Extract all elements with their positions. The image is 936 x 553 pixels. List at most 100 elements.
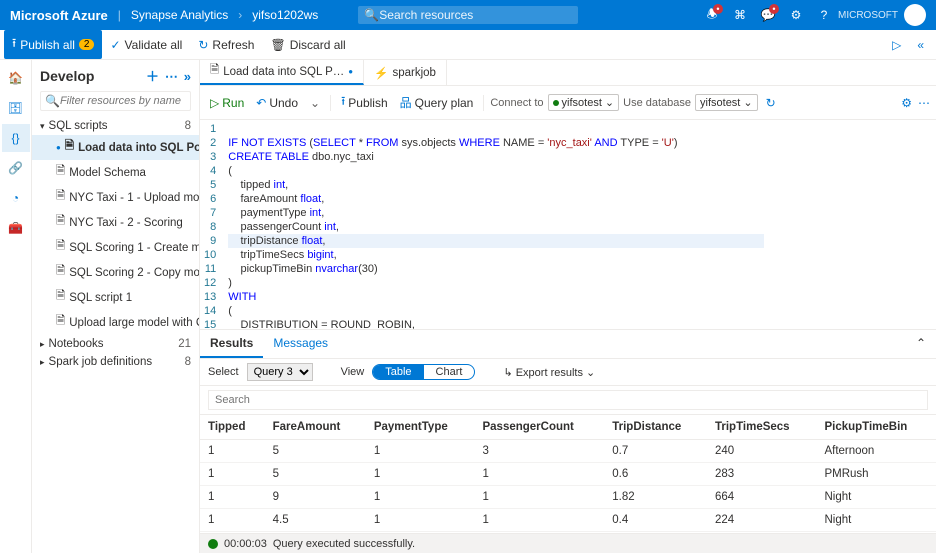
use-database-select[interactable]: yifsotest⌄: [695, 94, 758, 111]
group-notebooks[interactable]: ▸ Notebooks 21: [32, 335, 199, 353]
table-row[interactable]: 15110.6283PMRush: [200, 463, 936, 486]
validate-all-button[interactable]: ✓Validate all: [102, 34, 190, 56]
cell: 664: [707, 486, 816, 509]
table-row[interactable]: 19111.82664Night: [200, 486, 936, 509]
col-header[interactable]: Tipped: [200, 415, 265, 440]
view-segment[interactable]: Table Chart: [372, 364, 475, 380]
refresh-button[interactable]: ↻Refresh: [190, 34, 262, 56]
filter-wrap[interactable]: 🔍: [40, 91, 191, 111]
collapse-right-icon[interactable]: «: [909, 34, 932, 56]
cell: 283: [707, 463, 816, 486]
panel-expand-icon[interactable]: »: [184, 69, 191, 84]
results-search-input[interactable]: [208, 390, 928, 410]
feedback-icon[interactable]: 💬•: [754, 1, 782, 29]
table-row[interactable]: 15130.7240Afternoon: [200, 440, 936, 463]
col-header[interactable]: TripDistance: [604, 415, 707, 440]
cloud-shell-icon[interactable]: ⌘: [726, 1, 754, 29]
editor-tab-2[interactable]: ⚡sparkjob: [364, 60, 447, 85]
col-header[interactable]: PickupTimeBin: [816, 415, 936, 440]
cell: 0.6: [604, 463, 707, 486]
brand[interactable]: Microsoft Azure: [10, 8, 108, 23]
account-label[interactable]: MICROSOFT: [838, 10, 898, 21]
sql-item-script1[interactable]: 🗎SQL script 1: [32, 285, 199, 310]
check-icon: ✓: [110, 38, 120, 52]
undo-icon: ↶: [256, 96, 266, 110]
panel-more-icon[interactable]: ⋯: [165, 69, 178, 84]
run-button[interactable]: ▷Run: [206, 94, 248, 112]
breadcrumb-service[interactable]: Synapse Analytics: [131, 8, 228, 22]
notifications-icon[interactable]: 🕭•: [698, 1, 726, 29]
view-label: View: [341, 366, 365, 378]
global-search-input[interactable]: [379, 8, 572, 22]
rail-develop-icon[interactable]: {}: [2, 124, 30, 152]
sql-item-scoring1[interactable]: 🗎SQL Scoring 1 - Create model table: [32, 235, 199, 260]
publish-button[interactable]: ⭱Publish: [337, 90, 392, 115]
table-row[interactable]: 14.5110.4224Night: [200, 509, 936, 532]
sql-icon: 🗎: [56, 163, 65, 182]
view-chart[interactable]: Chart: [424, 365, 475, 379]
filter-input[interactable]: [60, 95, 186, 107]
upload-icon: ⭱: [12, 34, 16, 55]
connect-to-select[interactable]: yifsotest⌄: [548, 94, 620, 111]
sql-item-model-schema[interactable]: 🗎Model Schema: [32, 160, 199, 185]
cell: PMRush: [816, 463, 936, 486]
cell: 0.4: [604, 509, 707, 532]
settings-icon[interactable]: ⚙: [782, 1, 810, 29]
status-message: Query executed successfully.: [273, 538, 415, 550]
breadcrumb-workspace[interactable]: yifso1202ws: [252, 8, 318, 22]
col-header[interactable]: FareAmount: [265, 415, 366, 440]
rail-data-icon[interactable]: 🗄: [2, 94, 30, 122]
rail-monitor-icon[interactable]: ◔: [2, 184, 30, 212]
group-sparkjobs[interactable]: ▸ Spark job definitions 8: [32, 353, 199, 371]
modified-dot-icon: ●: [348, 67, 353, 76]
sql-item-scoring2[interactable]: 🗎SQL Scoring 2 - Copy model into mo…: [32, 260, 199, 285]
sql-item-nyc1[interactable]: 🗎NYC Taxi - 1 - Upload model: [32, 185, 199, 210]
tab-messages[interactable]: Messages: [263, 330, 338, 358]
group-sql-scripts[interactable]: ▾ SQL scripts 8: [32, 117, 199, 135]
sql-editor[interactable]: IF NOT EXISTS (SELECT * FROM sys.objects…: [224, 120, 767, 329]
view-table[interactable]: Table: [373, 365, 423, 379]
breadcrumb-sep: |: [118, 8, 121, 22]
cell: 1: [366, 440, 475, 463]
editor-tab-1[interactable]: 🗎Load data into SQL P…●: [200, 60, 364, 85]
publish-all-button[interactable]: ⭱ Publish all 2: [4, 30, 102, 59]
play-icon: ▷: [210, 96, 219, 110]
sql-item-nyc2[interactable]: 🗎NYC Taxi - 2 - Scoring: [32, 210, 199, 235]
tab-results[interactable]: Results: [200, 330, 263, 358]
run-all-icon[interactable]: ▷: [884, 34, 909, 56]
global-search[interactable]: 🔍: [358, 6, 578, 24]
sql-icon: 🗎: [65, 138, 74, 157]
col-header[interactable]: TripTimeSecs: [707, 415, 816, 440]
cell: 4.5: [265, 509, 366, 532]
discard-all-button[interactable]: 🗑Discard all: [262, 34, 353, 56]
query-plan-button[interactable]: 品Query plan: [396, 92, 478, 113]
caret-right-icon: ▸: [40, 357, 45, 368]
sql-icon: 🗎: [56, 263, 65, 282]
sql-item-upload-large[interactable]: 🗎Upload large model with COPY INTO: [32, 310, 199, 335]
export-results-button[interactable]: ↳ Export results ⌄: [503, 366, 595, 379]
rail-home-icon[interactable]: 🏠: [2, 64, 30, 92]
query-select[interactable]: Query 3: [247, 363, 313, 381]
rail-integrate-icon[interactable]: 🔗: [2, 154, 30, 182]
caret-down-icon: ▾: [40, 121, 45, 132]
help-icon[interactable]: ?: [810, 1, 838, 29]
refresh-db-icon[interactable]: ↻: [762, 94, 780, 112]
add-resource-icon[interactable]: ＋: [146, 69, 159, 84]
collapse-results-icon[interactable]: ⌃: [906, 330, 936, 358]
undo-button[interactable]: ↶Undo: [252, 94, 302, 112]
results-grid[interactable]: TippedFareAmountPaymentTypePassengerCoun…: [200, 415, 936, 533]
feedback-badge: •: [769, 4, 779, 14]
search-icon: 🔍: [364, 8, 379, 22]
col-header[interactable]: PassengerCount: [474, 415, 604, 440]
group-label: Notebooks: [49, 338, 104, 350]
rail-manage-icon[interactable]: 🧰: [2, 214, 30, 242]
avatar[interactable]: [904, 4, 926, 26]
chevron-down-icon[interactable]: ⌄: [306, 94, 324, 112]
settings-icon[interactable]: ⚙: [901, 96, 912, 110]
group-label: Spark job definitions: [49, 356, 153, 368]
more-icon[interactable]: ⋯: [918, 96, 930, 110]
publish-count-badge: 2: [79, 39, 95, 50]
cell: Afternoon: [816, 440, 936, 463]
col-header[interactable]: PaymentType: [366, 415, 475, 440]
sql-item-load-data[interactable]: ●🗎Load data into SQL Pool: [32, 135, 199, 160]
